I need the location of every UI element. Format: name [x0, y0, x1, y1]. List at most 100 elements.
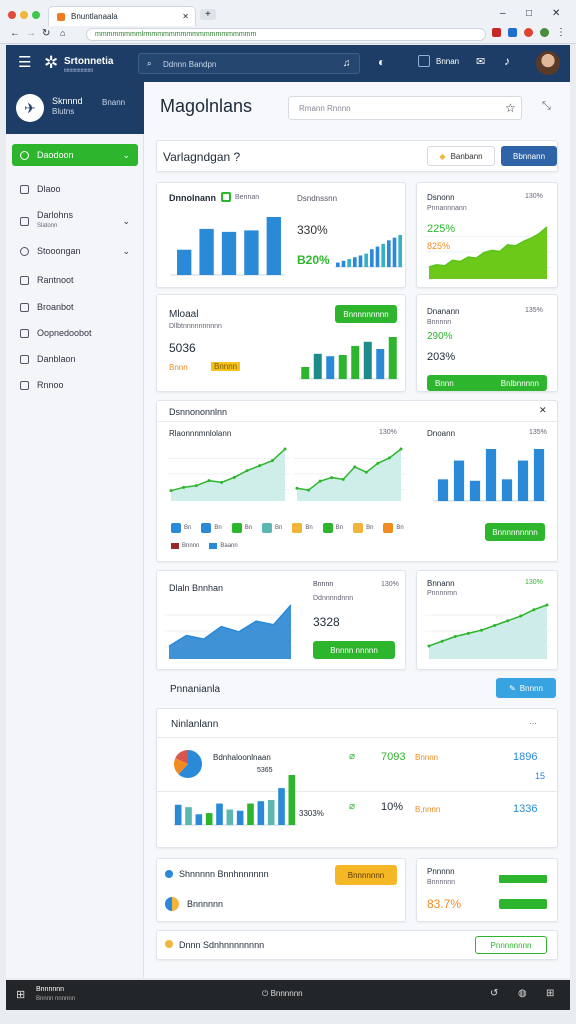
section2-button[interactable]: ✎ Bnnnn: [496, 678, 556, 698]
taskbar-center[interactable]: ⏻ Bnnnnnn: [262, 989, 303, 999]
bar: [375, 246, 380, 267]
extension-icon-blue[interactable]: [508, 28, 517, 37]
apps-icon[interactable]: ⊞: [546, 988, 554, 999]
bell-icon[interactable]: ♪: [504, 54, 510, 68]
legend-label: Bn: [366, 525, 374, 531]
chart-a-title: Rlaonnnmnlolann: [169, 429, 232, 438]
bar: [326, 356, 335, 379]
refresh-icon[interactable]: ↺: [490, 988, 498, 999]
card-action-bar[interactable]: Bnnn Bnlbnnnnn: [427, 375, 547, 391]
collapse-icon[interactable]: ⤡: [542, 100, 551, 113]
legend-item: Bn: [171, 523, 191, 533]
start-grid-icon[interactable]: ⊞: [16, 988, 25, 1001]
maximize-window-dot[interactable]: [32, 11, 40, 19]
bar: [347, 259, 351, 267]
bar: [216, 803, 223, 825]
sidebar-item-2[interactable]: Darlohns Slatonn ⌄: [12, 208, 138, 234]
sidebar-item-4[interactable]: Rantnoot: [12, 269, 138, 291]
chevron-down-icon: ⌄: [122, 215, 130, 226]
extension-icon-green[interactable]: [540, 28, 549, 37]
messages-icon[interactable]: ✉: [476, 55, 485, 68]
legend-swatch: [292, 523, 303, 533]
card-action-button[interactable]: Bnnnnnnnnn: [485, 523, 545, 541]
forward-arrow-icon[interactable]: →: [26, 28, 36, 39]
app-grid-icon[interactable]: [418, 55, 430, 67]
window-minimize-icon[interactable]: –: [500, 8, 506, 19]
row2-link-icon[interactable]: ⌀: [349, 801, 355, 812]
card-overview: Dnnolnann Bennan Dsndnssnn 330% B20%: [156, 182, 406, 288]
card-action-button[interactable]: Pnnnnnnnn: [475, 936, 547, 954]
back-arrow-icon[interactable]: ←: [10, 28, 20, 39]
legend-item: Bn: [322, 523, 343, 533]
divider: [157, 737, 559, 738]
section-primary-button[interactable]: Bbnnann: [501, 146, 557, 166]
card-progress: Pnnnnn Bnnnnnn 83.7%: [416, 858, 558, 922]
sidebar-item-3[interactable]: Stooongan ⌄: [12, 240, 138, 262]
star-icon[interactable]: ☆: [505, 101, 516, 115]
notification-bell-icon[interactable]: ♫: [343, 58, 351, 69]
card-subtitle: Dllbtnnnnnnnnnn: [169, 323, 222, 330]
bar: [485, 449, 497, 501]
row1-tag: Bnnnn: [415, 753, 439, 762]
close-window-dot[interactable]: [8, 11, 16, 19]
reload-icon[interactable]: ↻: [42, 28, 50, 39]
network-icon[interactable]: ◍: [518, 988, 527, 999]
sidebar-item-5[interactable]: Broanbot: [12, 296, 138, 318]
more-options-icon[interactable]: ⋯: [529, 719, 537, 728]
top-search-box[interactable]: ⌕ Ddnnn Bandpn ♫: [138, 53, 360, 74]
tab-close-icon[interactable]: ✕: [182, 12, 189, 21]
bar: [288, 775, 296, 825]
theme-toggle-icon[interactable]: ◐: [378, 55, 385, 69]
close-icon[interactable]: ✕: [539, 405, 547, 416]
legend-item: Bn: [292, 523, 313, 533]
card-subtitle: Bnnnn: [313, 581, 334, 588]
card-model: Mloaal Dllbtnnnnnnnnnn Bnnnnnnnnn 5036 B…: [156, 294, 406, 392]
document-icon: [20, 184, 29, 194]
area-fill: [429, 605, 547, 659]
legend-swatch: [209, 543, 218, 549]
row1-link-icon[interactable]: ⌀: [349, 751, 355, 762]
card-action-button[interactable]: Bnnnn nnnnn: [313, 641, 395, 659]
row1-percent: 1896: [513, 751, 538, 763]
data-point: [318, 479, 322, 483]
bar: [387, 240, 391, 267]
user-avatar[interactable]: [536, 51, 560, 75]
new-tab-button[interactable]: +: [200, 9, 216, 20]
button-label: Bnnn: [435, 378, 454, 388]
logo-icon: ✲: [44, 53, 59, 72]
sidebar-item-7[interactable]: Danblaon: [12, 348, 138, 370]
header-search-input[interactable]: Rmann Rnnnn ☆: [288, 96, 522, 120]
card-action-button[interactable]: Bnnnnnnnnn: [335, 305, 397, 323]
sidebar-item-8[interactable]: Rnnoo: [12, 374, 138, 396]
sidebar-item-1[interactable]: Dlaoo: [12, 178, 138, 200]
hamburger-menu-icon[interactable]: ☰: [18, 55, 31, 70]
card-action-button[interactable]: Bnnnnnnn: [335, 865, 397, 885]
data-point: [207, 479, 211, 483]
home-icon[interactable]: ⌂: [60, 28, 65, 38]
sidebar-item-label: Oopnedoobot: [37, 328, 92, 338]
extension-icon-round[interactable]: [524, 28, 533, 37]
sidebar-profile[interactable]: ✈ Sknnnd Blutns Bnann: [6, 82, 144, 134]
browser-menu-icon[interactable]: ⋮: [556, 27, 566, 38]
sidebar-item-6[interactable]: Oopnedoobot: [12, 322, 138, 344]
card-breakdown: Ninlanlann ⋯ Bdnhaloonlnaan 5365 ⌀ 7093 …: [156, 708, 559, 848]
nav-label[interactable]: Bnnan: [436, 57, 459, 66]
section-secondary-button[interactable]: ◆ Banbann: [427, 146, 495, 166]
card-secondary-title: Dsndnssnn: [297, 194, 338, 203]
pie-icon: [165, 897, 179, 911]
profile-avatar-icon: ✈: [16, 94, 44, 122]
tab-favicon-icon: [57, 12, 65, 21]
profile-subtitle: Blutns: [52, 107, 75, 116]
extension-icon-red[interactable]: [492, 28, 501, 37]
window-restore-icon[interactable]: □: [526, 8, 532, 19]
sidebar-item-dashboard[interactable]: Daodoon ⌄: [12, 144, 138, 166]
card-label-a: Bnnn: [169, 363, 188, 372]
page-title: Magolnlans: [160, 96, 253, 116]
minimize-window-dot[interactable]: [20, 11, 28, 19]
row2-percent: 3303%: [299, 809, 324, 818]
bolt-icon: ◆: [439, 151, 446, 161]
window-close-icon[interactable]: ✕: [552, 8, 560, 19]
bar: [533, 449, 545, 501]
url-bar[interactable]: mmmmmmmmlrmmmmmmmmmmmmmmmmmmm: [86, 28, 486, 41]
browser-tab[interactable]: Bnuntlanaala ✕: [48, 6, 196, 26]
